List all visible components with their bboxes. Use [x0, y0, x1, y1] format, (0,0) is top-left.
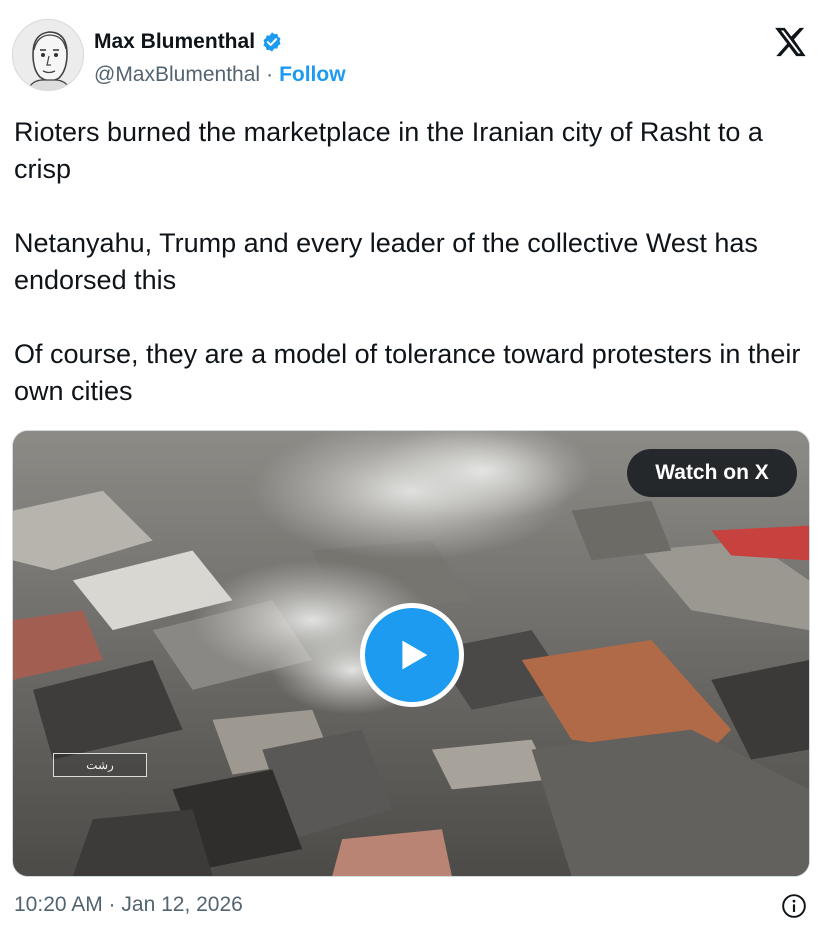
- author-handle[interactable]: @MaxBlumenthal: [94, 63, 260, 87]
- watch-on-x-button[interactable]: Watch on X: [627, 449, 797, 497]
- tweet-paragraph-3: Of course, they are a model of tolerance…: [14, 339, 801, 406]
- tweet-paragraph-1: Rioters burned the marketplace in the Ir…: [14, 117, 763, 184]
- author-name[interactable]: Max Blumenthal: [94, 30, 255, 54]
- video-caption-overlay: رشت: [53, 753, 147, 777]
- play-button[interactable]: [360, 603, 464, 707]
- tweet-text: Rioters burned the marketplace in the Ir…: [14, 114, 814, 447]
- author-name-row: Max Blumenthal: [94, 30, 283, 54]
- post-timestamp[interactable]: 10:20 AM · Jan 12, 2026: [14, 893, 243, 917]
- verified-badge-icon: [263, 32, 281, 52]
- video-caption-text: رشت: [86, 758, 114, 772]
- video-player[interactable]: Watch on X رشت: [12, 430, 810, 877]
- separator-dot: ·: [266, 63, 274, 86]
- info-icon[interactable]: [781, 893, 807, 919]
- x-logo-icon[interactable]: [773, 25, 807, 59]
- tweet-paragraph-2: Netanyahu, Trump and every leader of the…: [14, 228, 758, 295]
- tweet-card: Max Blumenthal @MaxBlumenthal · Follow R…: [0, 0, 825, 928]
- avatar-illustration: [13, 20, 83, 90]
- play-icon: [402, 640, 428, 670]
- avatar[interactable]: [12, 19, 84, 91]
- handle-row: @MaxBlumenthal · Follow: [94, 63, 346, 87]
- follow-button[interactable]: Follow: [279, 63, 346, 87]
